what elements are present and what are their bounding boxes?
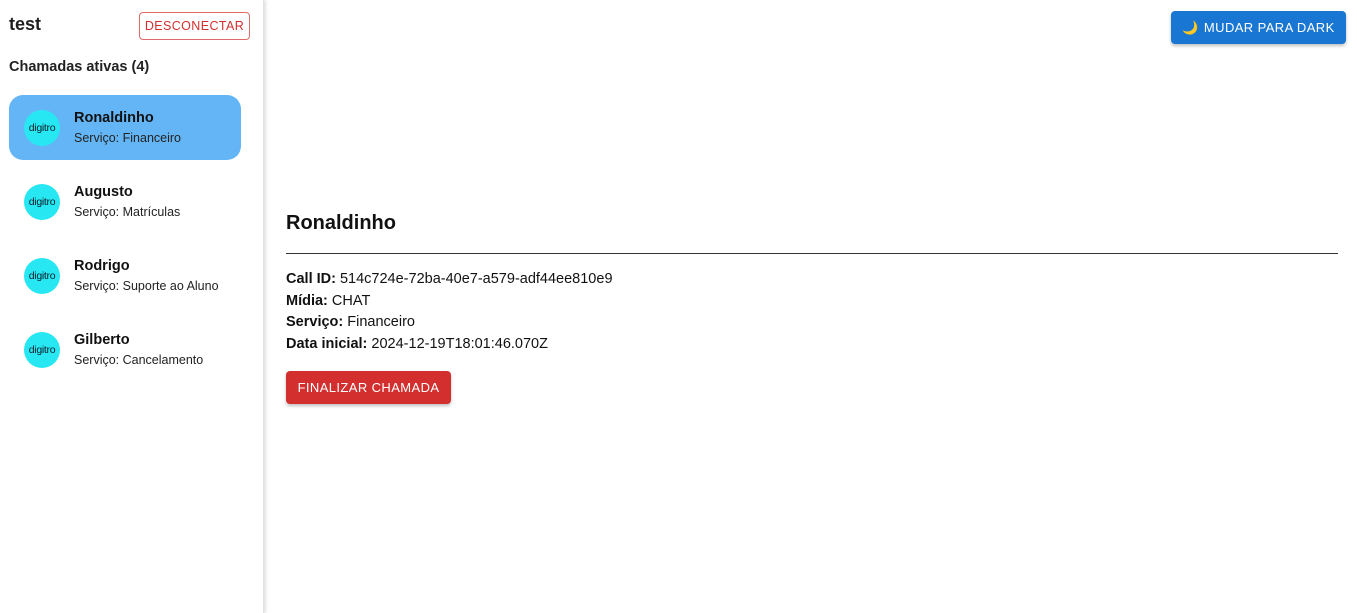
call-service: Serviço: Financeiro (74, 131, 181, 145)
call-service: Serviço: Matrículas (74, 205, 181, 219)
media-label: Mídia: (286, 292, 328, 309)
call-fields: Call ID: 514c724e-72ba-40e7-a579-adf44ee… (286, 269, 1338, 355)
call-id-value: 514c724e-72ba-40e7-a579-adf44ee810e9 (339, 271, 613, 287)
avatar: digitro (24, 258, 60, 294)
start-date-label: Data inicial: (286, 335, 368, 352)
avatar: digitro (24, 332, 60, 368)
call-item-rodrigo[interactable]: digitro Rodrigo Serviço: Suporte ao Alun… (9, 243, 241, 308)
call-name: Gilberto (74, 332, 130, 348)
start-date-row: Data inicial: 2024-12-19T18:01:46.070Z (286, 334, 1338, 356)
moon-icon: 🌙 (1182, 19, 1199, 35)
active-calls-heading: Chamadas ativas (4) (9, 59, 150, 75)
call-list: digitro Ronaldinho Serviço: Financeiro d… (9, 95, 241, 391)
sidebar: test DESCONECTAR Chamadas ativas (4) dig… (0, 0, 264, 613)
theme-button-label: MUDAR PARA DARK (1203, 20, 1335, 35)
call-detail-title: Ronaldinho (286, 212, 396, 234)
media-row: Mídia: CHAT (286, 291, 1338, 313)
disconnect-button[interactable]: DESCONECTAR (139, 12, 250, 40)
call-name: Ronaldinho (74, 110, 154, 126)
call-name: Rodrigo (74, 258, 130, 274)
end-call-button[interactable]: FINALIZAR CHAMADA (286, 371, 451, 404)
call-item-gilberto[interactable]: digitro Gilberto Serviço: Cancelamento (9, 317, 241, 382)
call-id-label: Call ID: (286, 271, 336, 287)
call-item-ronaldinho[interactable]: digitro Ronaldinho Serviço: Financeiro (9, 95, 241, 160)
toggle-dark-mode-button[interactable]: 🌙 MUDAR PARA DARK (1171, 11, 1346, 44)
call-service: Serviço: Suporte ao Aluno (74, 279, 219, 293)
call-id-row: Call ID: 514c724e-72ba-40e7-a579-adf44ee… (286, 269, 1338, 291)
call-detail: Ronaldinho Call ID: 514c724e-72ba-40e7-a… (286, 212, 1338, 404)
service-row: Serviço: Financeiro (286, 312, 1338, 334)
service-label: Serviço: (286, 314, 344, 330)
avatar: digitro (24, 110, 60, 146)
divider (286, 253, 1338, 254)
call-service: Serviço: Cancelamento (74, 353, 204, 367)
app: test DESCONECTAR Chamadas ativas (4) dig… (0, 0, 1357, 613)
service-value: Financeiro (347, 314, 415, 330)
call-item-augusto[interactable]: digitro Augusto Serviço: Matrículas (9, 169, 241, 234)
start-date-value: 2024-12-19T18:01:46.070Z (371, 335, 548, 352)
call-name: Augusto (74, 184, 133, 200)
avatar: digitro (24, 184, 60, 220)
media-value: CHAT (331, 292, 371, 309)
user-name: test (9, 14, 42, 34)
